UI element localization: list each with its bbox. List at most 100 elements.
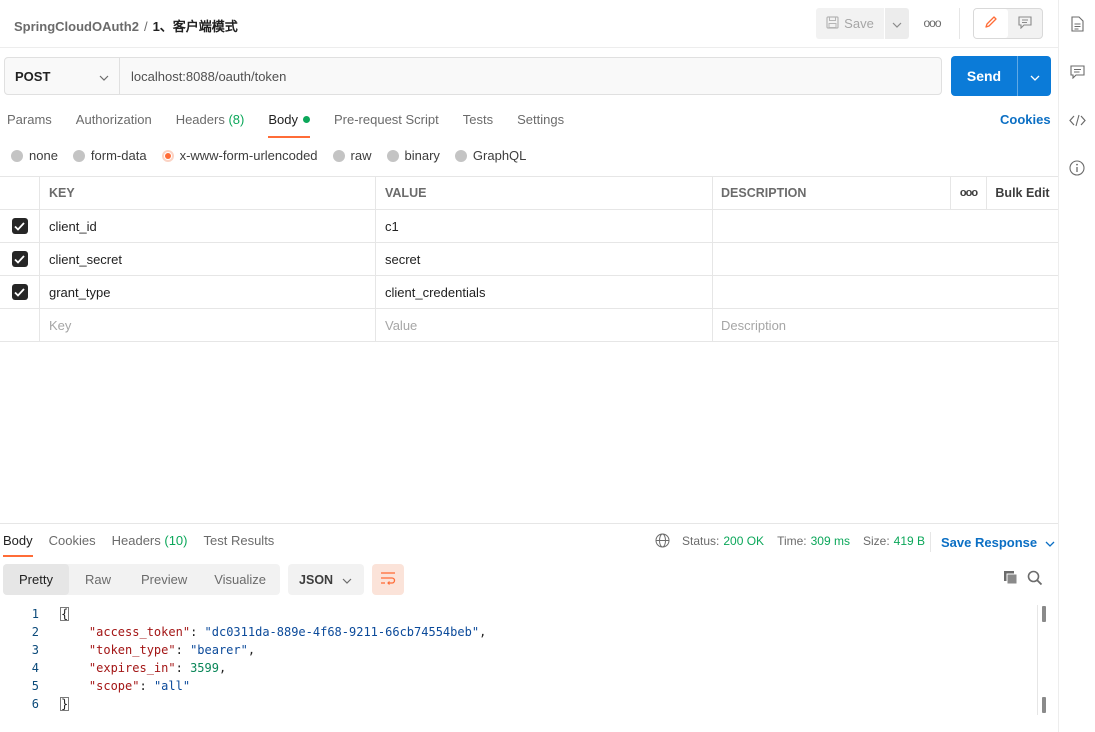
- chevron-down-icon: [342, 573, 352, 587]
- time-label: Time:: [777, 533, 807, 548]
- save-response-label: Save Response: [941, 534, 1038, 550]
- code-text: "access_token": "dc0311da-889e-4f68-9211…: [88, 625, 487, 639]
- new-key-input[interactable]: Key: [40, 309, 376, 341]
- param-description[interactable]: [713, 276, 1058, 308]
- comment-icon: [1018, 15, 1032, 32]
- send-button-group: Send: [951, 56, 1051, 96]
- send-dropdown-button[interactable]: [1018, 56, 1051, 96]
- save-dropdown-button[interactable]: [885, 8, 909, 39]
- body-type-urlencoded[interactable]: x-www-form-urlencoded: [161, 148, 318, 163]
- breadcrumb-collection[interactable]: SpringCloudOAuth2: [14, 19, 139, 34]
- code-line: 6}: [0, 695, 1040, 713]
- copy-icon[interactable]: [1003, 570, 1018, 588]
- param-description[interactable]: [713, 210, 1058, 242]
- tab-params[interactable]: Params: [7, 112, 52, 138]
- time-stat[interactable]: Time: 309 ms: [777, 534, 850, 548]
- save-button[interactable]: Save: [816, 8, 884, 39]
- chevron-down-icon: [99, 69, 109, 84]
- more-dots-icon: ooo: [959, 187, 978, 199]
- row-checkbox[interactable]: [11, 218, 28, 234]
- url-input[interactable]: localhost:8088/oauth/token: [120, 58, 941, 94]
- json-value: "bearer": [190, 643, 248, 657]
- column-header-description: DESCRIPTION: [713, 177, 951, 209]
- code-line: 3 "token_type": "bearer",: [0, 641, 1040, 659]
- scroll-marker-top[interactable]: [1042, 606, 1046, 622]
- response-stats: Status: 200 OK Time: 309 ms Size: 419 B: [655, 533, 938, 548]
- json-value: "dc0311da-889e-4f68-9211-66cb74554beb": [204, 625, 480, 639]
- format-preview[interactable]: Preview: [125, 564, 200, 595]
- save-label: Save: [844, 16, 874, 31]
- row-checkbox[interactable]: [11, 284, 28, 300]
- language-select[interactable]: JSON: [288, 564, 365, 595]
- format-raw[interactable]: Raw: [69, 564, 125, 595]
- response-tab-headers[interactable]: Headers (10): [112, 533, 188, 557]
- response-tab-test-results[interactable]: Test Results: [204, 533, 275, 557]
- scroll-marker-bottom[interactable]: [1042, 697, 1046, 713]
- body-type-raw[interactable]: raw: [332, 148, 372, 163]
- info-icon[interactable]: [1068, 159, 1086, 177]
- bulk-edit-button[interactable]: Bulk Edit: [987, 177, 1058, 209]
- tab-settings[interactable]: Settings: [517, 112, 564, 138]
- time-value: 309 ms: [810, 533, 850, 548]
- tab-tests[interactable]: Tests: [463, 112, 493, 138]
- body-type-binary-label: binary: [404, 148, 440, 163]
- json-key: "token_type": [88, 643, 176, 657]
- tab-prerequest-script[interactable]: Pre-request Script: [334, 112, 439, 138]
- code-snippet-icon[interactable]: [1068, 111, 1086, 129]
- body-type-graphql[interactable]: GraphQL: [454, 148, 527, 163]
- tab-body[interactable]: Body: [268, 112, 310, 138]
- breadcrumb-request-name[interactable]: 1、客户端模式: [153, 19, 238, 34]
- body-type-selector: none form-data x-www-form-urlencoded raw…: [11, 148, 541, 163]
- format-visualize[interactable]: Visualize: [200, 564, 280, 595]
- param-description[interactable]: [713, 243, 1058, 275]
- tab-headers[interactable]: Headers (8): [176, 112, 245, 138]
- comment-mode-button[interactable]: [1008, 9, 1042, 38]
- documentation-icon[interactable]: [1068, 15, 1086, 33]
- size-stat[interactable]: Size: 419 B: [863, 534, 925, 548]
- body-type-binary[interactable]: binary: [386, 148, 440, 163]
- cookies-link[interactable]: Cookies: [1000, 112, 1051, 127]
- table-more-button[interactable]: ooo: [951, 177, 987, 209]
- more-dots-icon: ooo: [923, 16, 941, 30]
- response-tabs: Body Cookies Headers (10) Test Results: [3, 533, 290, 557]
- more-actions-button[interactable]: ooo: [920, 14, 944, 32]
- search-icon[interactable]: [1027, 570, 1043, 589]
- row-checkbox[interactable]: [11, 251, 28, 267]
- body-type-none-label: none: [29, 148, 58, 163]
- radio-icon: [11, 149, 23, 162]
- param-value[interactable]: secret: [376, 243, 713, 275]
- globe-icon[interactable]: [655, 533, 670, 548]
- code-text: "expires_in": 3599,: [88, 661, 227, 675]
- row-checkbox-cell: [0, 210, 40, 242]
- pencil-icon: [984, 15, 998, 32]
- response-tab-cookies[interactable]: Cookies: [49, 533, 96, 557]
- line-number: 3: [31, 643, 39, 657]
- response-body-viewer[interactable]: 1{ 2 "access_token": "dc0311da-889e-4f68…: [0, 605, 1040, 713]
- edit-mode-button[interactable]: [974, 9, 1008, 38]
- param-value[interactable]: client_credentials: [376, 276, 713, 308]
- format-pretty[interactable]: Pretty: [3, 564, 69, 595]
- new-description-input[interactable]: Description: [713, 309, 1058, 341]
- param-value[interactable]: c1: [376, 210, 713, 242]
- mode-toggle-group: [973, 8, 1043, 39]
- new-value-input[interactable]: Value: [376, 309, 713, 341]
- comments-icon[interactable]: [1068, 63, 1086, 81]
- response-header: Body Cookies Headers (10) Test Results S…: [0, 523, 1058, 559]
- param-key[interactable]: grant_type: [40, 276, 376, 308]
- send-button[interactable]: Send: [951, 56, 1018, 96]
- body-type-form-data[interactable]: form-data: [72, 148, 147, 163]
- body-type-graphql-label: GraphQL: [472, 148, 527, 163]
- table-row: client_id c1: [0, 210, 1058, 243]
- param-key[interactable]: client_secret: [40, 243, 376, 275]
- tab-authorization[interactable]: Authorization: [76, 112, 152, 138]
- response-tab-body[interactable]: Body: [3, 533, 33, 557]
- status-stat[interactable]: Status: 200 OK: [682, 534, 764, 548]
- body-type-none[interactable]: none: [11, 148, 58, 163]
- method-select[interactable]: POST: [5, 58, 120, 94]
- json-key: "access_token": [88, 625, 191, 639]
- radio-icon: [332, 149, 345, 162]
- json-trail: ,: [247, 643, 256, 657]
- save-response-button[interactable]: Save Response: [930, 532, 1055, 552]
- param-key[interactable]: client_id: [40, 210, 376, 242]
- wrap-lines-button[interactable]: [372, 564, 405, 595]
